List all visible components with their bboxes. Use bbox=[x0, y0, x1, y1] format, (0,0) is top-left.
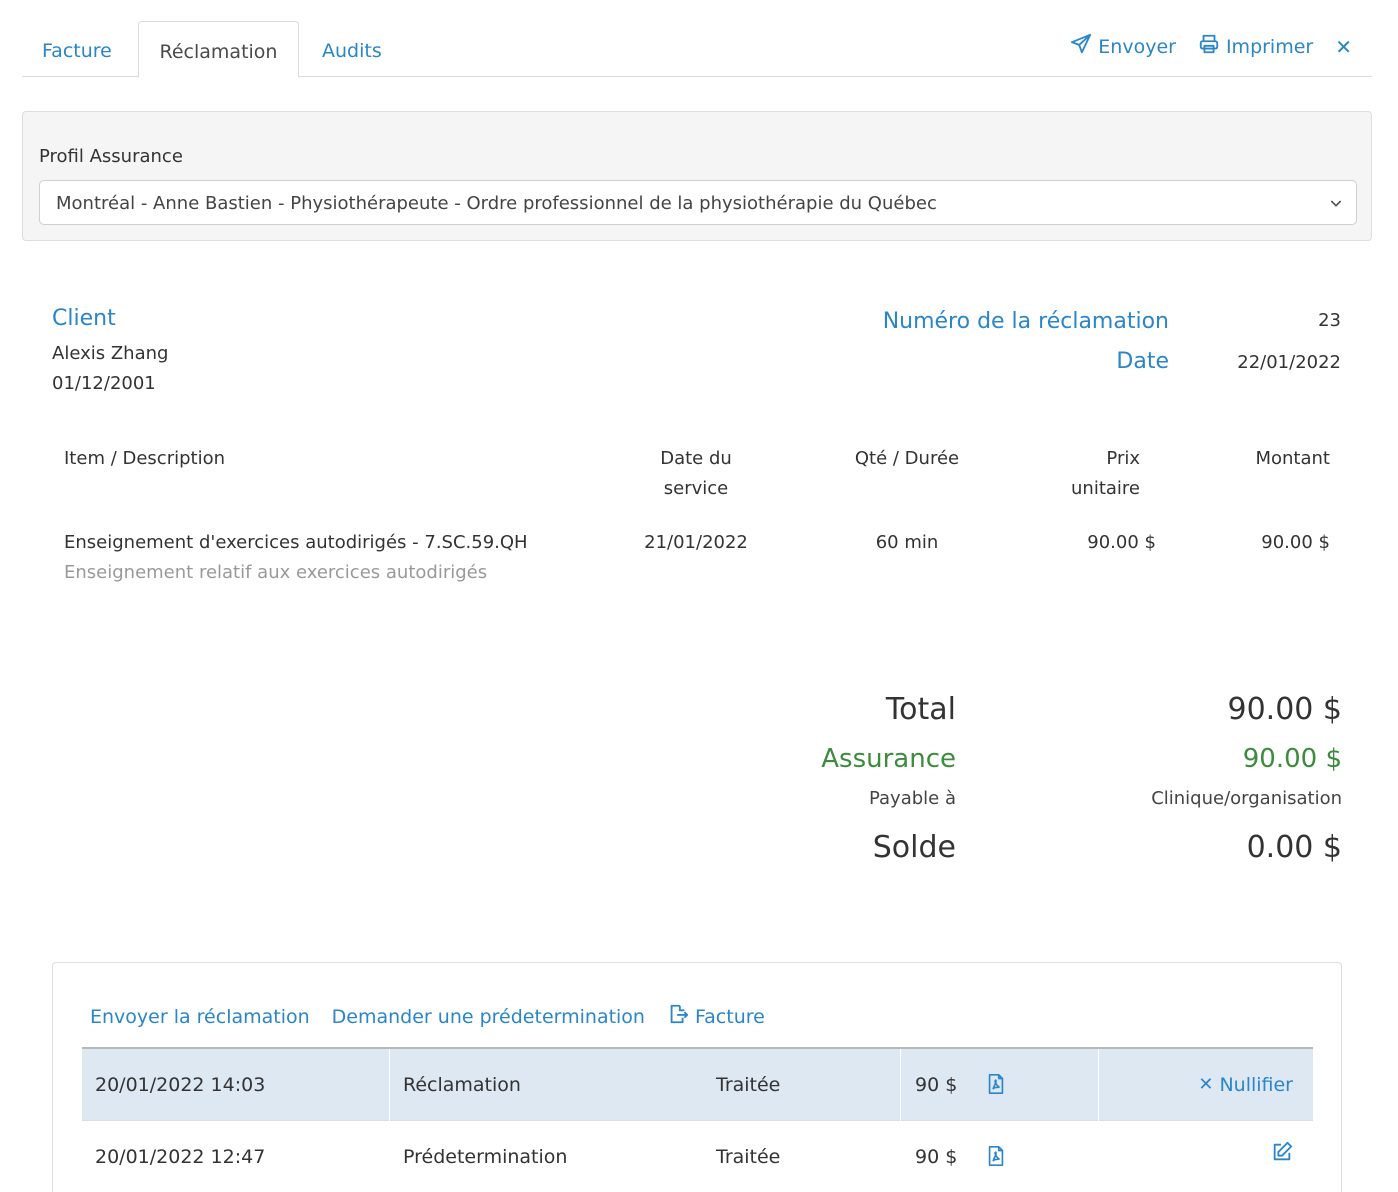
claim-number-label: Numéro de la réclamation bbox=[882, 309, 1169, 334]
balance-label: Solde bbox=[872, 830, 956, 865]
tab-audits[interactable]: Audits bbox=[322, 21, 382, 77]
print-label: Imprimer bbox=[1225, 35, 1314, 58]
printer-icon bbox=[1198, 33, 1220, 60]
claim-date-value: 22/01/2022 bbox=[1237, 352, 1341, 373]
item-qty: 60 min bbox=[875, 532, 939, 553]
claim-number-value: 23 bbox=[1318, 310, 1341, 331]
payable-label: Payable à bbox=[868, 788, 956, 809]
edit-button[interactable] bbox=[1271, 1121, 1293, 1192]
print-button[interactable]: Imprimer bbox=[1198, 33, 1313, 60]
close-icon: ✕ bbox=[1198, 1074, 1214, 1095]
tab-bar: Facture Réclamation Audits Envoyer Impri… bbox=[22, 21, 1372, 78]
history-type: Réclamation bbox=[403, 1074, 521, 1096]
nullify-label: Nullifier bbox=[1219, 1074, 1293, 1096]
invoice-link-label: Facture bbox=[694, 1005, 765, 1028]
file-export-icon bbox=[667, 1003, 689, 1030]
insurance-profile-select[interactable]: Montréal - Anne Bastien - Physiothérapeu… bbox=[39, 180, 1357, 225]
total-value: 90.00 $ bbox=[1227, 692, 1342, 727]
client-dob: 01/12/2001 bbox=[52, 373, 156, 394]
item-unit-price: 90.00 $ bbox=[1087, 532, 1156, 553]
item-description: Enseignement relatif aux exercices autod… bbox=[64, 562, 488, 583]
history-status: Traitée bbox=[716, 1074, 781, 1096]
header-actions: Envoyer Imprimer ✕ bbox=[1070, 33, 1352, 60]
item-name: Enseignement d'exercices autodirigés - 7… bbox=[64, 532, 528, 553]
header-service-date: Date du service bbox=[660, 448, 732, 499]
invoice-link[interactable]: Facture bbox=[667, 1003, 765, 1030]
tab-reclamation[interactable]: Réclamation bbox=[138, 21, 299, 78]
insurance-label: Assurance bbox=[821, 744, 956, 774]
table-row[interactable]: 20/01/2022 12:47 Prédetermination Traité… bbox=[82, 1121, 1313, 1192]
predetermination-link[interactable]: Demander une prédetermination bbox=[332, 1006, 645, 1028]
item-service-date: 21/01/2022 bbox=[644, 532, 748, 553]
edit-icon bbox=[1271, 1121, 1293, 1192]
insurance-profile-panel: Profil Assurance Montréal - Anne Bastien… bbox=[22, 111, 1372, 241]
close-icon[interactable]: ✕ bbox=[1335, 35, 1352, 59]
history-table: 20/01/2022 14:03 Réclamation Traitée 90 … bbox=[82, 1047, 1313, 1192]
item-amount: 90.00 $ bbox=[1261, 532, 1330, 553]
history-amount: 90 $ bbox=[915, 1146, 958, 1168]
header-unit-price: Prix unitaire bbox=[1071, 448, 1140, 499]
header-amount: Montant bbox=[1255, 448, 1330, 469]
insurance-profile-value: Montréal - Anne Bastien - Physiothérapeu… bbox=[56, 193, 937, 214]
pdf-icon[interactable] bbox=[985, 1073, 1007, 1095]
send-claim-link[interactable]: Envoyer la réclamation bbox=[90, 1006, 310, 1028]
claim-history-panel: Envoyer la réclamation Demander une préd… bbox=[52, 962, 1342, 1192]
history-amount: 90 $ bbox=[915, 1074, 958, 1096]
nullify-button[interactable]: ✕ Nullifier bbox=[1198, 1049, 1293, 1121]
insurance-profile-label: Profil Assurance bbox=[39, 146, 183, 167]
balance-value: 0.00 $ bbox=[1246, 830, 1342, 865]
tab-facture[interactable]: Facture bbox=[42, 21, 112, 77]
history-datetime: 20/01/2022 12:47 bbox=[95, 1146, 266, 1168]
paper-plane-icon bbox=[1070, 33, 1092, 60]
pdf-icon[interactable] bbox=[985, 1145, 1007, 1167]
history-type: Prédetermination bbox=[403, 1146, 568, 1168]
header-qty: Qté / Durée bbox=[854, 448, 960, 469]
client-title: Client bbox=[52, 306, 116, 331]
insurance-value: 90.00 $ bbox=[1242, 744, 1342, 774]
history-datetime: 20/01/2022 14:03 bbox=[95, 1074, 266, 1096]
send-button[interactable]: Envoyer bbox=[1070, 33, 1176, 60]
chevron-down-icon bbox=[1328, 181, 1344, 226]
client-name: Alexis Zhang bbox=[52, 343, 169, 364]
header-item: Item / Description bbox=[64, 448, 225, 469]
send-label: Envoyer bbox=[1098, 35, 1176, 58]
claim-date-label: Date bbox=[1116, 349, 1169, 374]
history-status: Traitée bbox=[716, 1146, 781, 1168]
history-actions: Envoyer la réclamation Demander une préd… bbox=[90, 1003, 765, 1030]
table-row[interactable]: 20/01/2022 14:03 Réclamation Traitée 90 … bbox=[82, 1049, 1313, 1121]
payable-value: Clinique/organisation bbox=[1151, 788, 1342, 809]
total-label: Total bbox=[885, 692, 956, 727]
